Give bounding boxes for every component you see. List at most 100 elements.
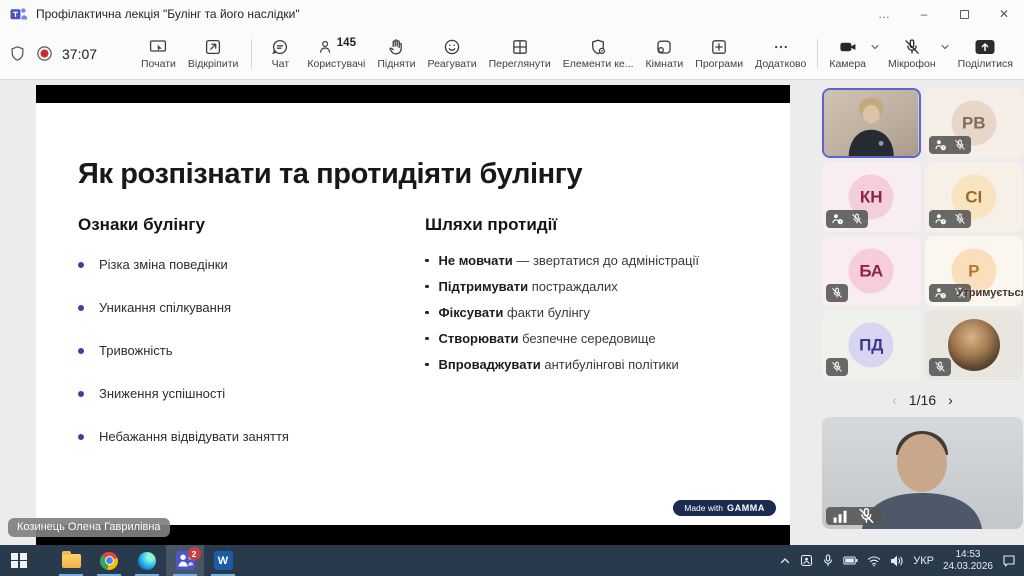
microphone-button[interactable]: Мікрофон [883, 35, 941, 72]
bullet-icon [425, 311, 429, 315]
teams-app-icon [10, 6, 28, 22]
control-elements-button[interactable]: Елементи ке... [558, 35, 639, 72]
on-hold-label: Утримується [957, 287, 1024, 299]
microphone-chevron-icon[interactable] [939, 41, 951, 53]
tray-mic-icon[interactable] [822, 554, 834, 567]
teams-icon: 2 [176, 551, 195, 570]
status-chip [826, 358, 848, 376]
apps-button[interactable]: Програми [690, 35, 748, 72]
list-item: Створювати безпечне середовище [425, 331, 746, 346]
list-item: Зниження успішності [78, 386, 425, 401]
tray-wifi-icon[interactable] [867, 555, 881, 567]
word-button[interactable]: W [204, 545, 242, 576]
action-center-icon[interactable] [1002, 554, 1016, 567]
security-shield-icon [8, 44, 27, 63]
page-next-button[interactable]: › [948, 392, 953, 408]
start-button[interactable] [0, 545, 38, 576]
add-app-icon [709, 37, 729, 57]
chat-button[interactable]: Чат [260, 35, 300, 72]
word-icon: W [214, 551, 233, 570]
participant-tile-photo[interactable] [925, 310, 1024, 380]
file-explorer-button[interactable] [52, 545, 90, 576]
chrome-icon [100, 552, 118, 570]
window-more-button[interactable]: … [864, 0, 904, 28]
chrome-button[interactable] [90, 545, 128, 576]
breakout-rooms-button[interactable]: Кімнати [641, 35, 689, 72]
participant-tile[interactable]: БА [822, 236, 921, 306]
list-item: Підтримувати постраждалих [425, 279, 746, 294]
windows-taskbar: 2 W УКР [0, 545, 1024, 576]
teams-meeting-window: Профілактична лекція "Булінг та його нас… [0, 0, 1024, 576]
tray-expand-icon[interactable] [779, 555, 791, 567]
slide: Як розпізнати та протидіяти булінгу Озна… [36, 103, 790, 525]
slide-column-signs: Ознаки булінгу Різка зміна поведінки Уни… [78, 215, 425, 472]
teams-taskbar-button[interactable]: 2 [166, 545, 204, 576]
speaker-video-frame [824, 90, 919, 156]
participant-tile[interactable]: СІ ? [925, 162, 1024, 232]
clock-date: 24.03.2026 [943, 561, 993, 573]
person-status-icon: ? [934, 287, 947, 299]
raise-hand-button[interactable]: Підняти [372, 35, 420, 72]
edge-button[interactable] [128, 545, 166, 576]
person-status-icon: ! [831, 213, 844, 225]
window-controls: … – ✕ [864, 0, 1024, 28]
edge-icon [138, 552, 156, 570]
meeting-timer: 37:07 [62, 46, 97, 62]
close-button[interactable]: ✕ [984, 0, 1024, 28]
participant-tile[interactable]: ПД [822, 310, 921, 380]
tray-app-icon[interactable] [800, 554, 813, 567]
view-button[interactable]: Переглянути [484, 35, 556, 72]
participants-count: 145 [337, 37, 356, 49]
participant-tile[interactable]: КН ! [822, 162, 921, 232]
person-status-icon: ? [934, 213, 947, 225]
clock-time: 14:53 [943, 549, 993, 561]
participant-tile[interactable]: Р ? Утримується [925, 236, 1024, 306]
folder-icon [62, 554, 81, 568]
signal-bars-icon [831, 507, 850, 525]
mic-off-icon [954, 213, 966, 225]
participant-grid: РВ ? КН [822, 88, 1023, 380]
more-actions-button[interactable]: Додатково [750, 35, 811, 72]
meeting-toolbar: 37:07 Почати Відкріп [0, 28, 1024, 80]
status-chip [929, 358, 951, 376]
clock[interactable]: 14:53 24.03.2026 [943, 549, 993, 573]
tray-battery-icon[interactable] [843, 555, 858, 566]
window-title: Профілактична лекція "Булінг та його нас… [36, 7, 300, 21]
language-indicator[interactable]: УКР [913, 555, 934, 567]
list-item: Різка зміна поведінки [78, 257, 425, 272]
restore-button[interactable] [944, 0, 984, 28]
react-button[interactable]: Реагувати [423, 35, 482, 72]
self-view-video[interactable] [822, 417, 1023, 529]
bullet-icon [78, 434, 84, 440]
titlebar: Профілактична лекція "Булінг та його нас… [0, 0, 1024, 28]
minimize-button[interactable]: – [904, 0, 944, 28]
tray-volume-icon[interactable] [890, 555, 904, 567]
mic-off-icon [857, 507, 876, 525]
presentation-letterbox-top [36, 85, 790, 103]
participant-tile[interactable]: РВ ? [925, 88, 1024, 158]
grid-view-icon [510, 37, 530, 57]
chat-icon [270, 37, 290, 57]
participants-button[interactable]: 145 Користувачі [302, 35, 370, 72]
share-screen-icon [148, 37, 168, 57]
camera-button[interactable]: Камера [824, 35, 871, 72]
mic-off-icon [934, 361, 946, 373]
share-button[interactable]: Поділитися [953, 35, 1018, 72]
camera-chevron-icon[interactable] [869, 41, 881, 53]
start-presenting-button[interactable]: Почати [136, 35, 181, 72]
meeting-status-group: 37:07 [8, 44, 136, 63]
presenter-name-label: Козинець Олена Гаврилівна [8, 518, 170, 537]
page-prev-button[interactable]: ‹ [892, 392, 897, 408]
list-item: Уникання спілкування [78, 300, 425, 315]
camera-icon [838, 37, 858, 57]
status-chip: ? [929, 136, 971, 154]
taskbar-apps: 2 W [0, 545, 242, 576]
windows-logo-icon [11, 553, 27, 569]
unpin-button[interactable]: Відкріпити [183, 35, 243, 72]
avatar: БА [849, 249, 894, 294]
svg-text:!: ! [840, 219, 841, 224]
bullet-icon [78, 391, 84, 397]
avatar-photo [948, 319, 1000, 371]
participant-tile-speaker-video[interactable] [822, 88, 921, 158]
meeting-stage-area: Як розпізнати та протидіяти булінгу Озна… [0, 81, 1024, 545]
